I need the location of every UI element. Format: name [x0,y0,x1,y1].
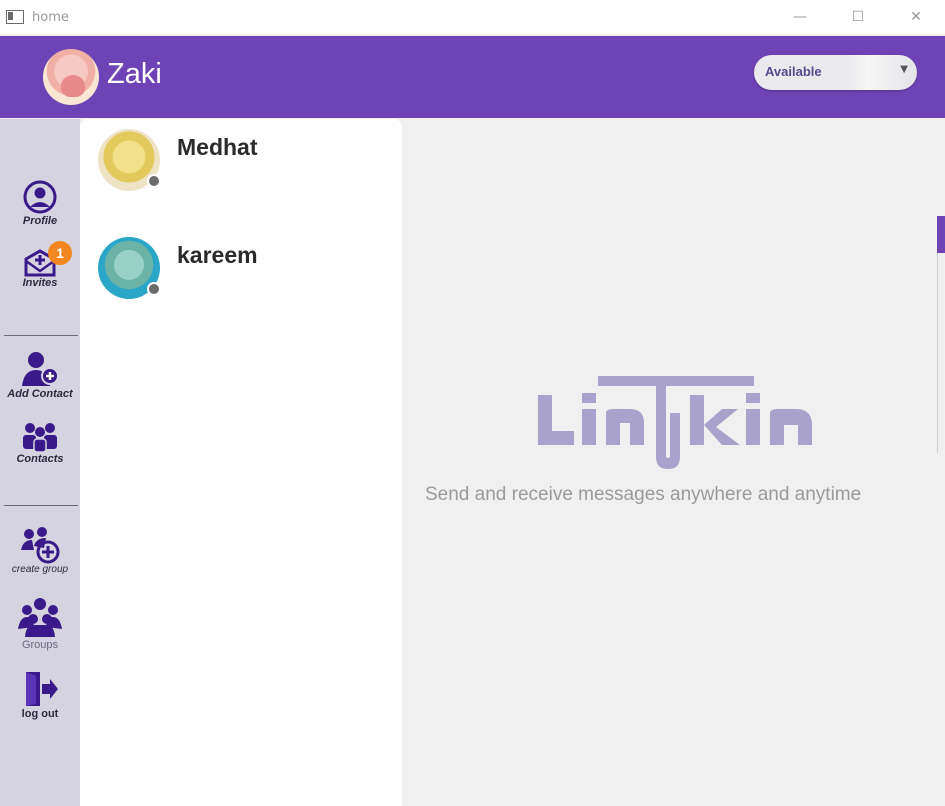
status-selected: Available [765,64,822,79]
invites-badge: 1 [48,241,72,265]
list-item[interactable]: kareem [80,227,402,327]
status-indicator [147,174,161,188]
sidebar-item-label: Profile [22,215,58,227]
sidebar: Profile 1 Invites Add Contact Contacts c… [0,119,80,806]
chevron-down-icon: ▼ [900,64,908,75]
user-avatar[interactable] [43,49,99,105]
contacts-icon [23,423,57,453]
minimize-button[interactable]: — [771,0,829,34]
sidebar-item-label: Invites [22,277,58,289]
sidebar-item-logout[interactable]: log out [0,670,80,720]
linkin-logo [538,376,812,469]
contact-name: Medhat [177,134,258,160]
sidebar-item-label: Add Contact [7,388,73,400]
status-dropdown[interactable]: Available ▼ [754,55,917,90]
sidebar-item-groups[interactable]: Groups [0,597,80,651]
sidebar-item-label: log out [21,708,59,720]
sidebar-item-create-group[interactable]: create group [0,526,80,575]
contact-name: kareem [177,242,258,268]
status-indicator [147,282,161,296]
app-icon [6,10,24,24]
sidebar-item-add-contact[interactable]: Add Contact [0,350,80,400]
scrollbar-track[interactable] [937,253,945,453]
close-button[interactable]: ✕ [887,0,945,34]
sidebar-item-profile[interactable]: Profile [0,179,80,227]
window-titlebar: home — ☐ ✕ [0,0,945,34]
sidebar-divider [4,335,78,336]
user-circle-icon [23,180,57,214]
app-header: Zaki Available ▼ [0,36,945,118]
sidebar-item-label: Groups [21,639,59,651]
sidebar-divider [4,505,78,506]
scrollbar-thumb[interactable] [937,216,945,253]
tagline: Send and receive messages anywhere and a… [425,484,862,505]
sidebar-item-label: Contacts [16,453,64,465]
user-name: Zaki [107,58,162,90]
window-title: home [32,9,69,25]
create-group-icon [21,527,60,564]
groups-icon [18,598,62,637]
sidebar-item-label: create group [11,564,69,575]
sidebar-item-invites[interactable]: 1 Invites [0,241,80,289]
list-item[interactable]: Medhat [80,119,402,219]
logout-icon [26,672,58,706]
chat-area: Send and receive messages anywhere and a… [402,119,945,806]
contact-list: Medhat kareem [80,119,402,806]
sidebar-item-contacts[interactable]: Contacts [0,421,80,465]
add-user-icon [22,352,59,386]
maximize-button[interactable]: ☐ [829,0,887,34]
